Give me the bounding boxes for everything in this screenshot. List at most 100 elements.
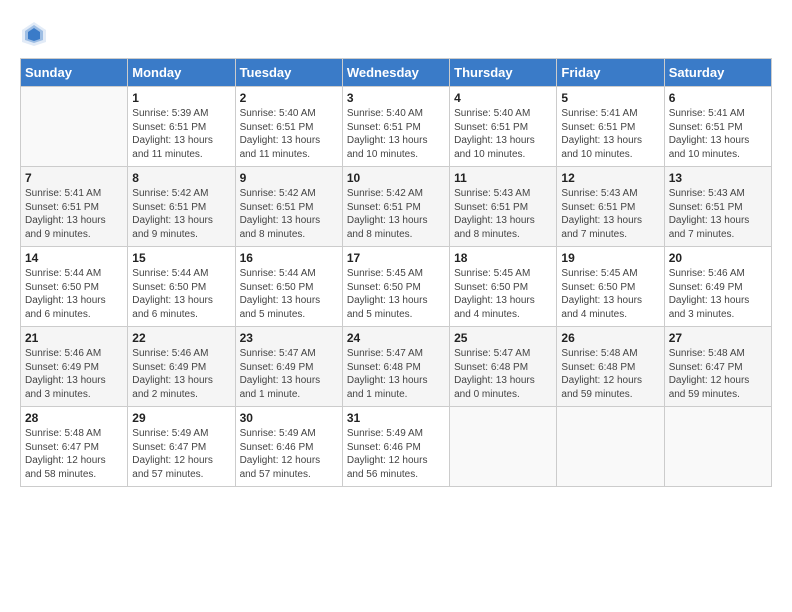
calendar-cell: 22 Sunrise: 5:46 AM Sunset: 6:49 PM Dayli… bbox=[128, 327, 235, 407]
calendar-cell: 8 Sunrise: 5:42 AM Sunset: 6:51 PM Daylig… bbox=[128, 167, 235, 247]
day-number: 20 bbox=[669, 251, 767, 265]
calendar-cell: 31 Sunrise: 5:49 AM Sunset: 6:46 PM Dayli… bbox=[342, 407, 449, 487]
day-number: 10 bbox=[347, 171, 445, 185]
day-number: 29 bbox=[132, 411, 230, 425]
calendar-cell: 19 Sunrise: 5:45 AM Sunset: 6:50 PM Dayli… bbox=[557, 247, 664, 327]
day-info: Sunrise: 5:42 AM Sunset: 6:51 PM Dayligh… bbox=[240, 187, 338, 241]
calendar-cell: 13Sunrise: 5:43 AM Sunset: 6:51 PM Dayli… bbox=[664, 167, 771, 247]
calendar-cell: 10 Sunrise: 5:42 AM Sunset: 6:51 PM Dayli… bbox=[342, 167, 449, 247]
col-header-thursday: Thursday bbox=[450, 59, 557, 87]
day-info: Sunrise: 5:45 AM Sunset: 6:50 PM Dayligh… bbox=[561, 267, 659, 321]
day-info: Sunrise: 5:41 AM Sunset: 6:51 PM Dayligh… bbox=[561, 107, 659, 161]
calendar-cell: 27 Sunrise: 5:48 AM Sunset: 6:47 PM Dayli… bbox=[664, 327, 771, 407]
day-info: Sunrise: 5:45 AM Sunset: 6:50 PM Dayligh… bbox=[347, 267, 445, 321]
calendar-cell: 16 Sunrise: 5:44 AM Sunset: 6:50 PM Dayli… bbox=[235, 247, 342, 327]
day-number: 6 bbox=[669, 91, 767, 105]
calendar-cell: 4 Sunrise: 5:40 AM Sunset: 6:51 PM Daylig… bbox=[450, 87, 557, 167]
day-info: Sunrise: 5:47 AM Sunset: 6:48 PM Dayligh… bbox=[454, 347, 552, 401]
day-number: 17 bbox=[347, 251, 445, 265]
calendar-cell: 15 Sunrise: 5:44 AM Sunset: 6:50 PM Dayli… bbox=[128, 247, 235, 327]
calendar-cell: 2 Sunrise: 5:40 AM Sunset: 6:51 PM Daylig… bbox=[235, 87, 342, 167]
day-info: Sunrise: 5:42 AM Sunset: 6:51 PM Dayligh… bbox=[132, 187, 230, 241]
calendar-cell: 9Sunrise: 5:42 AM Sunset: 6:51 PM Daylig… bbox=[235, 167, 342, 247]
col-header-friday: Friday bbox=[557, 59, 664, 87]
day-number: 16 bbox=[240, 251, 338, 265]
calendar-cell: 12 Sunrise: 5:43 AM Sunset: 6:51 PM Dayli… bbox=[557, 167, 664, 247]
day-number: 23 bbox=[240, 331, 338, 345]
day-info: Sunrise: 5:43 AM Sunset: 6:51 PM Dayligh… bbox=[561, 187, 659, 241]
day-number: 19 bbox=[561, 251, 659, 265]
day-number: 15 bbox=[132, 251, 230, 265]
day-info: Sunrise: 5:44 AM Sunset: 6:50 PM Dayligh… bbox=[132, 267, 230, 321]
calendar-cell: 24Sunrise: 5:47 AM Sunset: 6:48 PM Dayli… bbox=[342, 327, 449, 407]
calendar-table: SundayMondayTuesdayWednesdayThursdayFrid… bbox=[20, 58, 772, 487]
day-number: 7 bbox=[25, 171, 123, 185]
calendar-cell bbox=[450, 407, 557, 487]
col-header-saturday: Saturday bbox=[664, 59, 771, 87]
day-info: Sunrise: 5:45 AM Sunset: 6:50 PM Dayligh… bbox=[454, 267, 552, 321]
day-number: 24 bbox=[347, 331, 445, 345]
day-number: 21 bbox=[25, 331, 123, 345]
day-info: Sunrise: 5:46 AM Sunset: 6:49 PM Dayligh… bbox=[25, 347, 123, 401]
calendar-cell bbox=[557, 407, 664, 487]
col-header-sunday: Sunday bbox=[21, 59, 128, 87]
calendar-cell bbox=[664, 407, 771, 487]
day-info: Sunrise: 5:41 AM Sunset: 6:51 PM Dayligh… bbox=[669, 107, 767, 161]
day-info: Sunrise: 5:46 AM Sunset: 6:49 PM Dayligh… bbox=[132, 347, 230, 401]
day-number: 14 bbox=[25, 251, 123, 265]
day-number: 31 bbox=[347, 411, 445, 425]
calendar-cell: 21 Sunrise: 5:46 AM Sunset: 6:49 PM Dayli… bbox=[21, 327, 128, 407]
day-info: Sunrise: 5:46 AM Sunset: 6:49 PM Dayligh… bbox=[669, 267, 767, 321]
day-info: Sunrise: 5:44 AM Sunset: 6:50 PM Dayligh… bbox=[240, 267, 338, 321]
day-number: 26 bbox=[561, 331, 659, 345]
day-info: Sunrise: 5:47 AM Sunset: 6:49 PM Dayligh… bbox=[240, 347, 338, 401]
calendar-cell: 23 Sunrise: 5:47 AM Sunset: 6:49 PM Dayli… bbox=[235, 327, 342, 407]
logo-icon bbox=[20, 20, 48, 48]
calendar-cell: 30 Sunrise: 5:49 AM Sunset: 6:46 PM Dayli… bbox=[235, 407, 342, 487]
calendar-cell: 14 Sunrise: 5:44 AM Sunset: 6:50 PM Dayli… bbox=[21, 247, 128, 327]
day-info: Sunrise: 5:43 AM Sunset: 6:51 PM Dayligh… bbox=[669, 187, 767, 241]
day-number: 12 bbox=[561, 171, 659, 185]
day-number: 4 bbox=[454, 91, 552, 105]
day-info: Sunrise: 5:39 AM Sunset: 6:51 PM Dayligh… bbox=[132, 107, 230, 161]
page-header bbox=[20, 20, 772, 48]
day-number: 11 bbox=[454, 171, 552, 185]
day-info: Sunrise: 5:48 AM Sunset: 6:48 PM Dayligh… bbox=[561, 347, 659, 401]
day-info: Sunrise: 5:49 AM Sunset: 6:46 PM Dayligh… bbox=[347, 427, 445, 481]
day-number: 3 bbox=[347, 91, 445, 105]
day-number: 30 bbox=[240, 411, 338, 425]
calendar-cell: 20 Sunrise: 5:46 AM Sunset: 6:49 PM Dayli… bbox=[664, 247, 771, 327]
calendar-cell: 7 Sunrise: 5:41 AM Sunset: 6:51 PM Daylig… bbox=[21, 167, 128, 247]
day-number: 1 bbox=[132, 91, 230, 105]
calendar-cell: 25 Sunrise: 5:47 AM Sunset: 6:48 PM Dayli… bbox=[450, 327, 557, 407]
calendar-cell: 28 Sunrise: 5:48 AM Sunset: 6:47 PM Dayli… bbox=[21, 407, 128, 487]
day-info: Sunrise: 5:40 AM Sunset: 6:51 PM Dayligh… bbox=[240, 107, 338, 161]
col-header-tuesday: Tuesday bbox=[235, 59, 342, 87]
calendar-cell: 6 Sunrise: 5:41 AM Sunset: 6:51 PM Daylig… bbox=[664, 87, 771, 167]
day-info: Sunrise: 5:41 AM Sunset: 6:51 PM Dayligh… bbox=[25, 187, 123, 241]
day-number: 28 bbox=[25, 411, 123, 425]
day-number: 8 bbox=[132, 171, 230, 185]
calendar-cell: 1 Sunrise: 5:39 AM Sunset: 6:51 PM Daylig… bbox=[128, 87, 235, 167]
day-number: 25 bbox=[454, 331, 552, 345]
day-info: Sunrise: 5:49 AM Sunset: 6:46 PM Dayligh… bbox=[240, 427, 338, 481]
day-number: 18 bbox=[454, 251, 552, 265]
logo bbox=[20, 20, 52, 48]
day-info: Sunrise: 5:48 AM Sunset: 6:47 PM Dayligh… bbox=[25, 427, 123, 481]
calendar-cell: 5 Sunrise: 5:41 AM Sunset: 6:51 PM Daylig… bbox=[557, 87, 664, 167]
day-info: Sunrise: 5:44 AM Sunset: 6:50 PM Dayligh… bbox=[25, 267, 123, 321]
col-header-monday: Monday bbox=[128, 59, 235, 87]
day-info: Sunrise: 5:40 AM Sunset: 6:51 PM Dayligh… bbox=[454, 107, 552, 161]
day-number: 27 bbox=[669, 331, 767, 345]
day-info: Sunrise: 5:48 AM Sunset: 6:47 PM Dayligh… bbox=[669, 347, 767, 401]
calendar-cell: 17 Sunrise: 5:45 AM Sunset: 6:50 PM Dayli… bbox=[342, 247, 449, 327]
day-number: 5 bbox=[561, 91, 659, 105]
calendar-cell: 3 Sunrise: 5:40 AM Sunset: 6:51 PM Daylig… bbox=[342, 87, 449, 167]
day-number: 2 bbox=[240, 91, 338, 105]
day-info: Sunrise: 5:40 AM Sunset: 6:51 PM Dayligh… bbox=[347, 107, 445, 161]
day-info: Sunrise: 5:42 AM Sunset: 6:51 PM Dayligh… bbox=[347, 187, 445, 241]
day-number: 22 bbox=[132, 331, 230, 345]
day-info: Sunrise: 5:43 AM Sunset: 6:51 PM Dayligh… bbox=[454, 187, 552, 241]
calendar-cell: 18 Sunrise: 5:45 AM Sunset: 6:50 PM Dayli… bbox=[450, 247, 557, 327]
calendar-cell: 29Sunrise: 5:49 AM Sunset: 6:47 PM Dayli… bbox=[128, 407, 235, 487]
